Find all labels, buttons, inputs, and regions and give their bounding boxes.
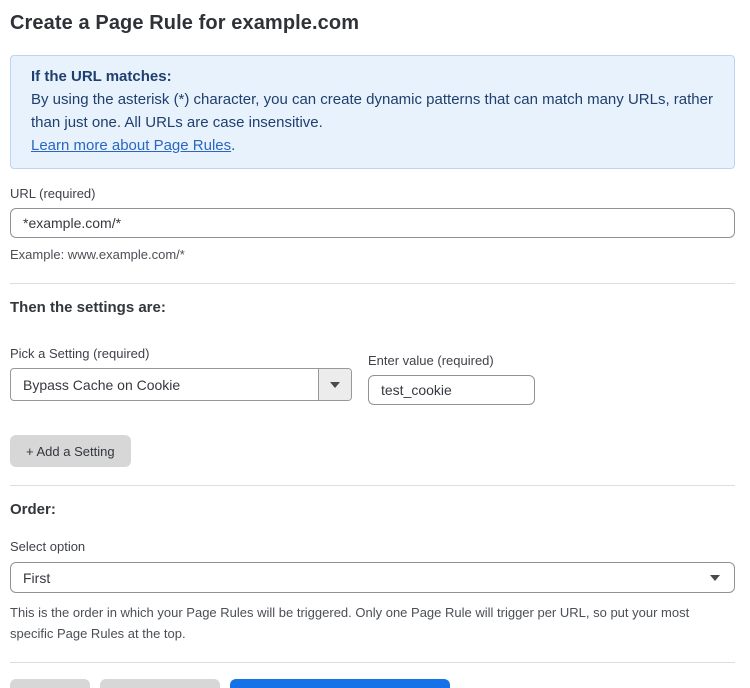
info-box-heading: If the URL matches: xyxy=(31,65,714,88)
setting-select[interactable]: Bypass Cache on Cookie xyxy=(10,368,352,401)
link-suffix: . xyxy=(231,137,235,154)
footer-buttons: Cancel Save as Draft Save and Deploy Pag… xyxy=(10,679,735,688)
order-select-label: Select option xyxy=(10,539,735,554)
setting-select-column: Pick a Setting (required) Bypass Cache o… xyxy=(10,346,352,405)
info-box: If the URL matches: By using the asteris… xyxy=(10,55,735,169)
page-title: Create a Page Rule for example.com xyxy=(10,12,735,35)
page-rule-form: Create a Page Rule for example.com If th… xyxy=(0,12,750,688)
settings-section-heading: Then the settings are: xyxy=(10,299,735,316)
setting-select-label: Pick a Setting (required) xyxy=(10,346,352,361)
order-select[interactable]: First xyxy=(10,562,735,593)
learn-more-link[interactable]: Learn more about Page Rules xyxy=(31,137,231,154)
order-select-value: First xyxy=(23,570,50,586)
cancel-button[interactable]: Cancel xyxy=(10,679,90,688)
info-box-body: By using the asterisk (*) character, you… xyxy=(31,88,714,134)
order-section-heading: Order: xyxy=(10,501,735,518)
info-box-link-line: Learn more about Page Rules. xyxy=(31,134,714,157)
order-helper-text: This is the order in which your Page Rul… xyxy=(10,602,730,644)
divider xyxy=(10,485,735,486)
url-helper-text: Example: www.example.com/* xyxy=(10,244,735,265)
url-label: URL (required) xyxy=(10,186,735,201)
chevron-down-icon xyxy=(710,575,720,581)
save-deploy-button[interactable]: Save and Deploy Page Rule xyxy=(230,679,450,688)
setting-value-column: Enter value (required) xyxy=(368,346,535,405)
divider xyxy=(10,283,735,284)
value-field-label: Enter value (required) xyxy=(368,353,535,368)
setting-select-value: Bypass Cache on Cookie xyxy=(11,377,318,393)
setting-select-arrow-button[interactable] xyxy=(318,369,351,400)
save-draft-button[interactable]: Save as Draft xyxy=(100,679,221,688)
add-setting-button[interactable]: + Add a Setting xyxy=(10,435,131,467)
divider xyxy=(10,662,735,663)
settings-row: Pick a Setting (required) Bypass Cache o… xyxy=(10,346,735,405)
setting-value-input[interactable] xyxy=(368,375,535,405)
url-input[interactable] xyxy=(10,208,735,238)
chevron-down-icon xyxy=(330,382,340,388)
